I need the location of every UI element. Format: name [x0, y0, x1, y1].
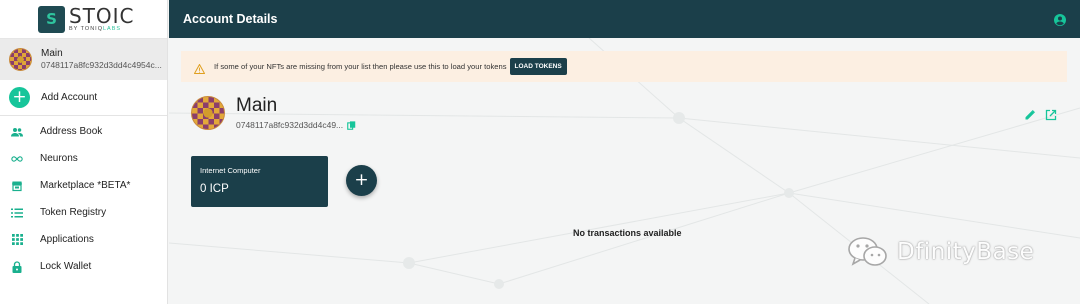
logo-byline-prefix: BY — [69, 25, 81, 32]
sidebar-item-label: Neurons — [40, 153, 78, 164]
banner-message: If some of your NFTs are missing from yo… — [214, 62, 507, 71]
profile-text: Main 0748117a8fc932d3dd4c49... — [236, 96, 356, 130]
account-circle-icon[interactable] — [1054, 13, 1066, 26]
edit-pencil-icon[interactable] — [1024, 108, 1036, 120]
add-token-button[interactable]: + — [346, 165, 377, 196]
apps-grid-icon — [11, 234, 23, 246]
account-avatar-large — [191, 96, 225, 130]
sidebar-item-address-book[interactable]: Address Book — [0, 118, 167, 145]
lock-icon — [11, 260, 23, 273]
sidebar-item-label: Lock Wallet — [40, 261, 92, 272]
account-avatar — [9, 48, 32, 71]
sidebar-item-label: Applications — [40, 234, 94, 245]
load-tokens-button[interactable]: LOAD TOKENS — [509, 58, 567, 75]
token-name: Internet Computer — [200, 166, 261, 175]
add-account-label: Add Account — [41, 92, 98, 103]
sidebar-item-applications[interactable]: Applications — [0, 226, 167, 253]
people-icon — [11, 126, 23, 138]
sidebar-nav: Address Book Neurons Marketplace *BETA* … — [0, 118, 167, 280]
account-address-text: 0748117a8fc932d3dd4c49... — [236, 120, 344, 130]
sidebar-item-marketplace[interactable]: Marketplace *BETA* — [0, 172, 167, 199]
main-content: If some of your NFTs are missing from yo… — [169, 38, 1080, 304]
copy-icon[interactable] — [347, 120, 356, 130]
sidebar-item-label: Token Registry — [40, 207, 107, 218]
no-transactions-message: No transactions available — [573, 228, 682, 238]
logo-byline: BY TONIQLABS — [69, 25, 135, 33]
warning-icon — [194, 61, 205, 75]
app-header: Account Details — [169, 0, 1080, 38]
logo-byline-brand: TONIQ — [80, 25, 103, 32]
sidebar: S STOIC BY TONIQLABS Main 0748117a8fc932… — [0, 0, 168, 304]
sidebar-item-label: Address Book — [40, 126, 103, 137]
store-icon — [11, 180, 23, 192]
account-profile: Main 0748117a8fc932d3dd4c49... — [191, 96, 356, 130]
sidebar-account-main[interactable]: Main 0748117a8fc932d3dd4c4954c... — [0, 38, 167, 80]
add-account-button[interactable]: + Add Account — [0, 80, 167, 116]
logo-mark-letter: S — [46, 10, 57, 28]
account-name: Main — [41, 47, 63, 59]
sidebar-item-token-registry[interactable]: Token Registry — [0, 199, 167, 226]
open-external-icon[interactable] — [1045, 108, 1057, 121]
list-icon — [11, 207, 23, 219]
watermark: DfinityBase — [847, 234, 1034, 270]
stoic-logo[interactable]: S STOIC BY TONIQLABS — [0, 0, 167, 38]
stoic-logo-mark: S — [38, 5, 65, 33]
account-address-row: 0748117a8fc932d3dd4c49... — [236, 120, 356, 130]
sidebar-item-label: Marketplace *BETA* — [40, 180, 131, 191]
sidebar-item-lock-wallet[interactable]: Lock Wallet — [0, 253, 167, 280]
account-text: Main 0748117a8fc932d3dd4c4954c... — [41, 48, 162, 71]
missing-nft-banner: If some of your NFTs are missing from yo… — [181, 51, 1067, 82]
watermark-text: DfinityBase — [897, 239, 1035, 265]
logo-byline-suffix: LABS — [103, 25, 122, 32]
logo-title: STOIC — [69, 3, 135, 28]
infinity-icon — [11, 153, 23, 165]
logo-text: STOIC BY TONIQLABS — [69, 6, 135, 33]
wechat-icon — [847, 234, 889, 270]
sidebar-item-neurons[interactable]: Neurons — [0, 145, 167, 172]
add-circle-icon: + — [9, 87, 30, 108]
page-title: Account Details — [183, 12, 278, 26]
token-balance: 0 ICP — [200, 183, 229, 195]
account-address: 0748117a8fc932d3dd4c4954c... — [41, 60, 162, 71]
account-name-heading: Main — [236, 95, 278, 116]
token-card-icp[interactable]: Internet Computer 0 ICP — [191, 156, 328, 207]
